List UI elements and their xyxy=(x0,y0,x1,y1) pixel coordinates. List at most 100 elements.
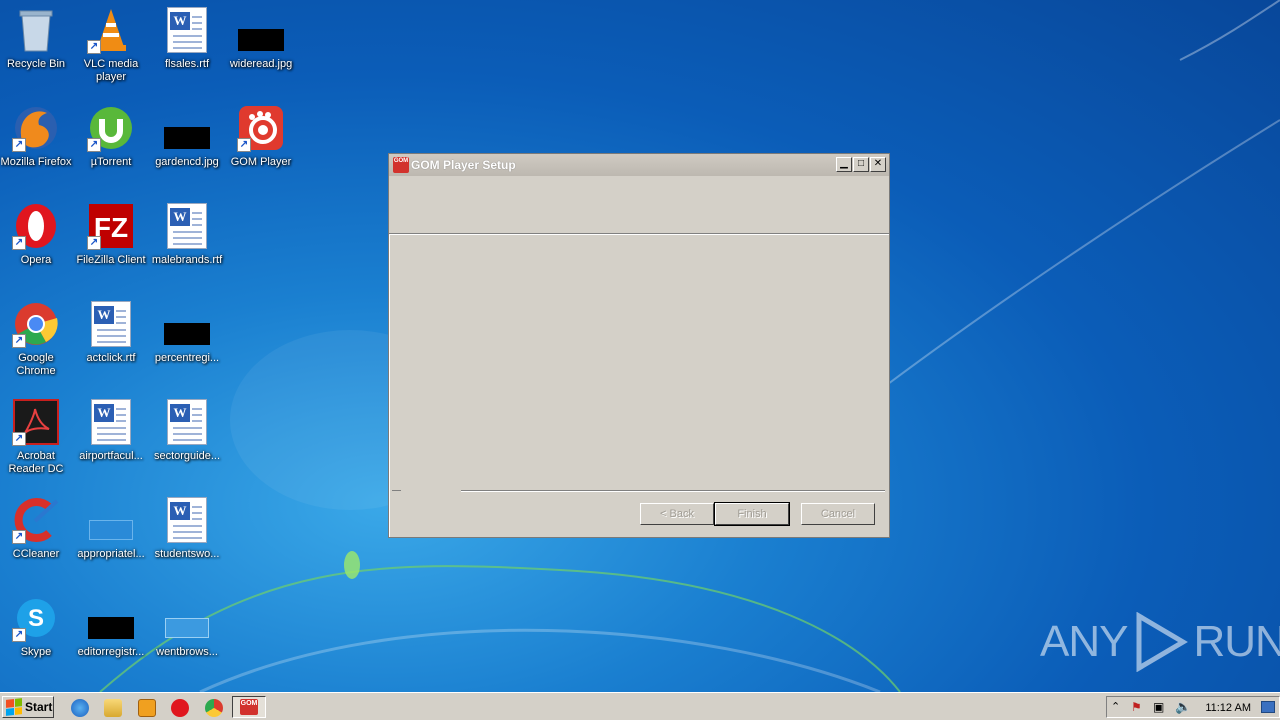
close-icon: ✕ xyxy=(873,158,883,169)
shortcut-arrow-icon: ↗ xyxy=(87,40,101,54)
window-controls: ▁ □ ✕ xyxy=(836,157,886,172)
dialog-title: GOM Player Setup xyxy=(411,158,516,172)
clock[interactable]: 11:12 AM xyxy=(1205,702,1251,714)
desktop-icon-label: gardencd.jpg xyxy=(155,156,219,168)
file-wideread[interactable]: wideread.jpg xyxy=(223,6,299,98)
recycle-bin-shortcut[interactable]: Recycle Bin xyxy=(0,6,74,98)
desktop-icon-label: Skype xyxy=(20,646,52,658)
file-explorer-icon[interactable] xyxy=(104,699,122,717)
start-label: Start xyxy=(25,700,53,714)
shortcut-arrow-icon: ↗ xyxy=(87,138,101,152)
media-player-icon[interactable] xyxy=(138,699,156,717)
ccleaner-shortcut[interactable]: ↗ CCleaner xyxy=(0,496,74,588)
file-wentbrows[interactable]: wentbrows... xyxy=(149,594,225,686)
desktop-icon-label: Recycle Bin xyxy=(6,58,66,70)
file-gardencd[interactable]: gardencd.jpg xyxy=(149,104,225,196)
setup-dialog: GOM GOM Player Setup ▁ □ ✕ < Back Finish… xyxy=(388,153,890,538)
desktop-icon-label: airportfacul... xyxy=(79,450,143,462)
firefox-icon: ↗ xyxy=(12,104,60,152)
shortcut-arrow-icon: ↗ xyxy=(12,138,26,152)
vlc-cone-icon: ↗ xyxy=(87,6,135,54)
show-hidden-icons-icon[interactable]: ⌃ xyxy=(1111,700,1120,713)
filezilla-shortcut[interactable]: FZ ↗ FileZilla Client xyxy=(73,202,149,294)
desktop-icon-label: wentbrows... xyxy=(156,646,218,658)
file-actclick[interactable]: W actclick.rtf xyxy=(73,300,149,392)
minimize-button[interactable]: ▁ xyxy=(836,157,852,172)
desktop-icon-label: Acrobat Reader DC xyxy=(8,450,64,475)
image-thumbnail-icon xyxy=(87,594,135,642)
internet-explorer-icon[interactable] xyxy=(71,699,89,717)
dialog-header-panel xyxy=(389,176,889,234)
close-button[interactable]: ✕ xyxy=(870,157,886,172)
desktop-icon-label: sectorguide... xyxy=(153,450,221,462)
shortcut-arrow-icon: ↗ xyxy=(12,236,26,250)
acrobat-shortcut[interactable]: ↗ Acrobat Reader DC xyxy=(0,398,74,490)
chrome-taskbar-icon[interactable] xyxy=(205,699,223,717)
system-tray: ⌃ ⚑ ▣ 🔈 11:12 AM xyxy=(1106,696,1280,718)
utorrent-icon: ↗ xyxy=(87,104,135,152)
file-studentswo[interactable]: W studentswo... xyxy=(149,496,225,588)
desktop-icon-label: malebrands.rtf xyxy=(151,254,223,266)
gom-app-icon: GOM xyxy=(393,157,409,173)
desktop-icon-label: appropriatel... xyxy=(77,548,145,560)
vlc-shortcut[interactable]: ↗ VLC media player xyxy=(73,6,149,98)
desktop-icon-label: Mozilla Firefox xyxy=(0,156,72,168)
shortcut-arrow-icon: ↗ xyxy=(12,530,26,544)
gom-player-shortcut[interactable]: ↗ GOM Player xyxy=(223,104,299,196)
dialog-body xyxy=(389,234,889,490)
image-thumbnail-icon xyxy=(163,104,211,152)
image-thumbnail-icon xyxy=(163,300,211,348)
divider xyxy=(392,490,401,492)
file-malebrands[interactable]: W malebrands.rtf xyxy=(149,202,225,294)
desktop-icon-label: flsales.rtf xyxy=(164,58,209,70)
desktop-icon-label: CCleaner xyxy=(12,548,60,560)
minimize-icon: ▁ xyxy=(840,158,848,169)
taskbar-gom-setup[interactable]: GOM xyxy=(232,696,266,718)
acrobat-icon: ↗ xyxy=(12,398,60,446)
opera-shortcut[interactable]: ↗ Opera xyxy=(0,202,74,294)
opera-icon: ↗ xyxy=(12,202,60,250)
watermark-left-text: ANY xyxy=(1040,617,1128,666)
filezilla-icon: FZ ↗ xyxy=(87,202,135,250)
desktop-icon-label: GOM Player xyxy=(230,156,292,168)
start-button[interactable]: Start xyxy=(2,696,54,718)
desktop-icon-label: Google Chrome xyxy=(16,352,56,377)
dialog-titlebar[interactable]: GOM GOM Player Setup ▁ □ ✕ xyxy=(389,154,889,176)
finish-button[interactable]: Finish xyxy=(714,502,790,526)
utorrent-shortcut[interactable]: ↗ µTorrent xyxy=(73,104,149,196)
word-document-icon: W xyxy=(87,398,135,446)
action-center-flag-icon[interactable]: ⚑ xyxy=(1131,700,1142,714)
opera-taskbar-icon[interactable] xyxy=(171,699,189,717)
back-button[interactable]: < Back xyxy=(640,503,714,525)
file-sectorguide[interactable]: W sectorguide... xyxy=(149,398,225,490)
windows-logo-icon xyxy=(6,698,22,716)
gom-player-icon: ↗ xyxy=(237,104,285,152)
file-percentregi[interactable]: percentregi... xyxy=(149,300,225,392)
firefox-shortcut[interactable]: ↗ Mozilla Firefox xyxy=(0,104,74,196)
file-appropriatel[interactable]: appropriatel... xyxy=(73,496,149,588)
show-desktop-icon[interactable] xyxy=(1261,701,1275,713)
shortcut-arrow-icon: ↗ xyxy=(12,432,26,446)
taskbar: Start GOM ⌃ ⚑ ▣ 🔈 11:12 AM xyxy=(0,692,1280,720)
ccleaner-icon: ↗ xyxy=(12,496,60,544)
desktop-icon-label: VLC media player xyxy=(83,58,139,83)
desktop-icon-label: Opera xyxy=(20,254,52,266)
recycle-bin-icon xyxy=(12,6,60,54)
file-editorregistr[interactable]: editorregistr... xyxy=(73,594,149,686)
desktop-icon-label: wideread.jpg xyxy=(229,58,293,70)
svg-text:S: S xyxy=(28,605,44,632)
chrome-shortcut[interactable]: ↗ Google Chrome xyxy=(0,300,74,392)
desktop-icon-label: actclick.rtf xyxy=(86,352,136,364)
file-flsales[interactable]: W flsales.rtf xyxy=(149,6,225,98)
cancel-button[interactable]: Cancel xyxy=(801,503,875,525)
image-thumbnail-icon xyxy=(87,496,135,544)
network-icon[interactable]: ▣ xyxy=(1153,700,1164,714)
maximize-button[interactable]: □ xyxy=(853,157,869,172)
divider xyxy=(461,490,885,492)
gom-taskbar-icon: GOM xyxy=(240,699,258,715)
desktop-icon-label: µTorrent xyxy=(90,156,132,168)
file-airportfacul[interactable]: W airportfacul... xyxy=(73,398,149,490)
shortcut-arrow-icon: ↗ xyxy=(87,236,101,250)
skype-shortcut[interactable]: S ↗ Skype xyxy=(0,594,74,686)
volume-icon[interactable]: 🔈 xyxy=(1175,699,1191,715)
